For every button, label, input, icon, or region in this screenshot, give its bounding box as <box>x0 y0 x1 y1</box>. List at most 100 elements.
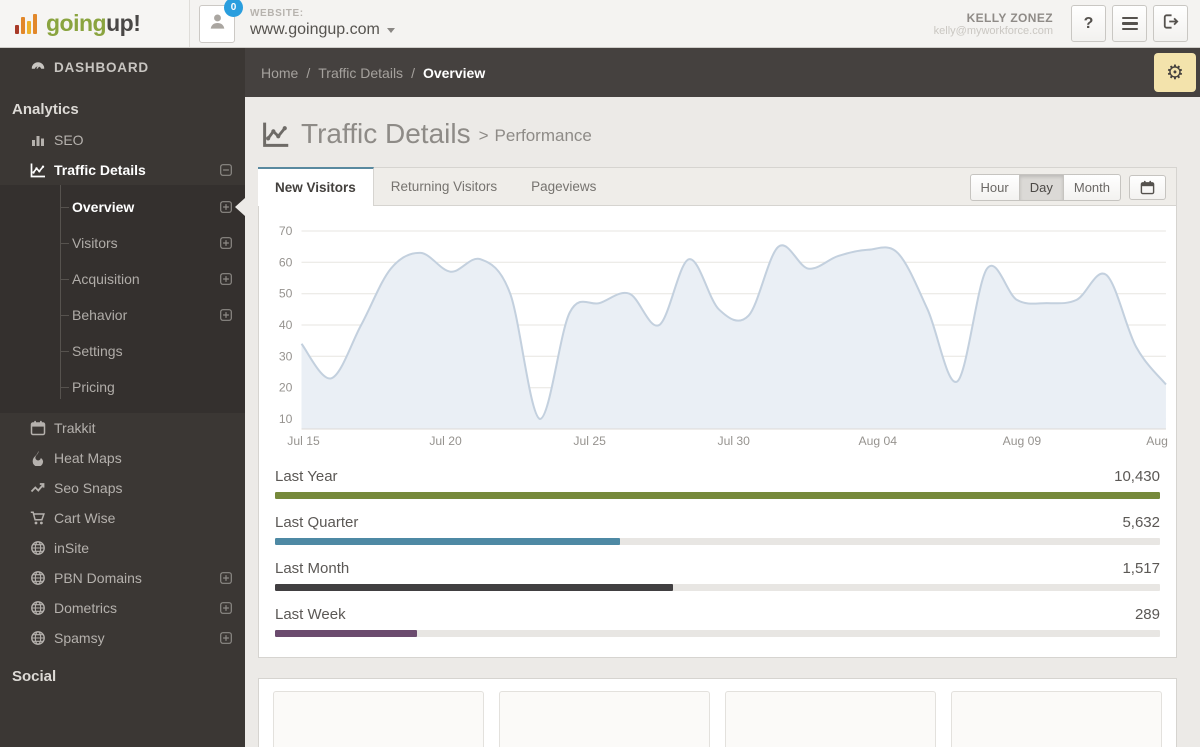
expander-plus-icon[interactable] <box>220 602 232 614</box>
metric-value: 289 <box>1134 606 1160 623</box>
globe-icon <box>30 630 46 646</box>
expander-plus-icon[interactable] <box>220 273 232 285</box>
logo[interactable]: goingup! <box>0 0 190 47</box>
sidebar-item-seo-snaps[interactable]: Seo Snaps <box>0 473 245 503</box>
calendar-button[interactable] <box>1129 175 1166 200</box>
settings-button[interactable]: ⚙ <box>1154 53 1196 92</box>
tab-returning-visitors[interactable]: Returning Visitors <box>374 168 514 205</box>
metric-bar-fill <box>275 538 621 545</box>
flame-icon <box>30 450 46 466</box>
stat-box <box>499 691 710 747</box>
page-title-text: Traffic Details <box>301 118 471 149</box>
tab-pageviews[interactable]: Pageviews <box>514 168 613 205</box>
svg-text:70: 70 <box>279 224 293 238</box>
metric-bar-fill <box>275 630 417 637</box>
gauge-icon <box>30 59 46 75</box>
expander-plus-icon[interactable] <box>220 201 232 213</box>
svg-text:Jul 25: Jul 25 <box>573 434 606 448</box>
sidebar-item-label: Spamsy <box>54 629 105 646</box>
question-mark: ? <box>1083 14 1094 32</box>
sidebar-item-trakkit[interactable]: Trakkit <box>0 413 245 443</box>
sidebar-subitem-behavior[interactable]: Behavior <box>0 297 245 333</box>
svg-text:Aug 09: Aug 09 <box>1003 434 1042 448</box>
range-button-group: Hour Day Month <box>969 174 1121 201</box>
expander-plus-icon[interactable] <box>220 632 232 644</box>
sidebar-item-heat-maps[interactable]: Heat Maps <box>0 443 245 473</box>
sidebar-item-label: Dometrics <box>54 599 118 616</box>
traffic-panel: New Visitors Returning Visitors Pageviews … <box>258 167 1177 658</box>
share-icon <box>30 480 46 496</box>
sidebar-subitem-label: Acquisition <box>72 271 140 287</box>
sidebar-subitem-visitors[interactable]: Visitors <box>0 225 245 261</box>
header-right: KELLY ZONEZ kelly@myworkforce.com ? <box>934 5 1200 42</box>
svg-text:Aug 04: Aug 04 <box>859 434 898 448</box>
svg-text:Aug: Aug <box>1146 434 1168 448</box>
sidebar-item-label: SEO <box>54 131 84 148</box>
sidebar-item-seo[interactable]: SEO <box>0 125 245 155</box>
metric-bar-track <box>275 630 1160 637</box>
sidebar-item-dometrics[interactable]: Dometrics <box>0 593 245 623</box>
app-root: goingup! 0 WEBSITE: www.goingup.com KELL… <box>0 0 1200 747</box>
sidebar-subitem-pricing[interactable]: Pricing <box>0 369 245 405</box>
sidebar-item-traffic-details[interactable]: Traffic Details <box>0 155 245 185</box>
secondary-panel <box>258 678 1177 747</box>
metrics-list: Last Year 10,430 Last Quarter 5,632 Last Mon… <box>259 451 1176 657</box>
breadcrumb-item-traffic-details[interactable]: Traffic Details <box>318 65 403 81</box>
metric-last-quarter: Last Quarter 5,632 <box>275 514 1160 545</box>
metric-last-week: Last Week 289 <box>275 606 1160 637</box>
range-button-day[interactable]: Day <box>1018 174 1064 201</box>
hamburger-icon <box>1121 15 1138 32</box>
breadcrumb-item-home[interactable]: Home <box>261 65 298 81</box>
line-chart-icon <box>261 120 291 148</box>
metric-bar-track <box>275 538 1160 545</box>
line-chart-icon <box>30 162 46 178</box>
help-button[interactable]: ? <box>1071 5 1106 42</box>
breadcrumb-separator: / <box>306 64 311 81</box>
sidebar-item-spamsy[interactable]: Spamsy <box>0 623 245 653</box>
expander-plus-icon[interactable] <box>220 309 232 321</box>
svg-text:30: 30 <box>279 349 293 363</box>
expander-plus-icon[interactable] <box>220 237 232 249</box>
sidebar-subitem-acquisition[interactable]: Acquisition <box>0 261 245 297</box>
sidebar-subitem-settings[interactable]: Settings <box>0 333 245 369</box>
logo-text-secondary: up! <box>106 10 141 36</box>
tab-new-visitors[interactable]: New Visitors <box>258 167 374 206</box>
website-label: WEBSITE: <box>250 8 304 19</box>
globe-icon <box>30 540 46 556</box>
sidebar-item-label: Trakkit <box>54 419 96 436</box>
submenu-traffic-details: Overview Visitors Acquisition Behavior Setti… <box>0 185 245 413</box>
account-button[interactable]: 0 <box>199 0 243 43</box>
globe-icon <box>30 600 46 616</box>
page-title: Traffic Details > Performance <box>258 97 1177 167</box>
metric-value: 10,430 <box>1114 468 1160 485</box>
sidebar-item-cart-wise[interactable]: Cart Wise <box>0 503 245 533</box>
sidebar-item-insite[interactable]: inSite <box>0 533 245 563</box>
sidebar-item-dashboard[interactable]: DASHBOARD <box>0 48 245 86</box>
breadcrumb-item-overview: Overview <box>422 64 486 81</box>
logo-bars-icon <box>15 13 39 34</box>
breadcrumb-items: Home / Traffic Details / Overview <box>261 65 485 81</box>
sidebar-item-pbn-domains[interactable]: PBN Domains <box>0 563 245 593</box>
chart-wrap: 70 60 50 40 30 20 10 Jul 15 Jul 20 Jul 25 Jul 30 Au… <box>259 206 1176 451</box>
metric-value: 5,632 <box>1122 514 1160 531</box>
calendar-icon <box>30 420 46 436</box>
sidebar-item-label: Traffic Details <box>54 161 146 178</box>
range-button-hour[interactable]: Hour <box>969 174 1020 201</box>
logo-text: goingup! <box>46 10 141 37</box>
user-email: kelly@myworkforce.com <box>933 24 1053 37</box>
metric-last-month: Last Month 1,517 <box>275 560 1160 591</box>
svg-text:20: 20 <box>279 381 293 395</box>
range-button-month[interactable]: Month <box>1062 174 1121 201</box>
sidebar-subitem-overview[interactable]: Overview <box>0 189 245 225</box>
user-name: KELLY ZONEZ <box>966 10 1053 25</box>
breadcrumb: Home / Traffic Details / Overview ⚙ <box>245 48 1200 97</box>
logout-button[interactable] <box>1153 5 1188 42</box>
website-selector[interactable]: WEBSITE: www.goingup.com <box>250 8 395 39</box>
breadcrumb-separator: / <box>411 64 415 81</box>
sidebar-subitem-label: Pricing <box>72 379 115 395</box>
globe-icon <box>30 570 46 586</box>
expander-minus-icon[interactable] <box>220 164 232 176</box>
menu-button[interactable] <box>1112 5 1147 42</box>
user-info: KELLY ZONEZ kelly@myworkforce.com <box>934 11 1053 37</box>
expander-plus-icon[interactable] <box>220 572 232 584</box>
